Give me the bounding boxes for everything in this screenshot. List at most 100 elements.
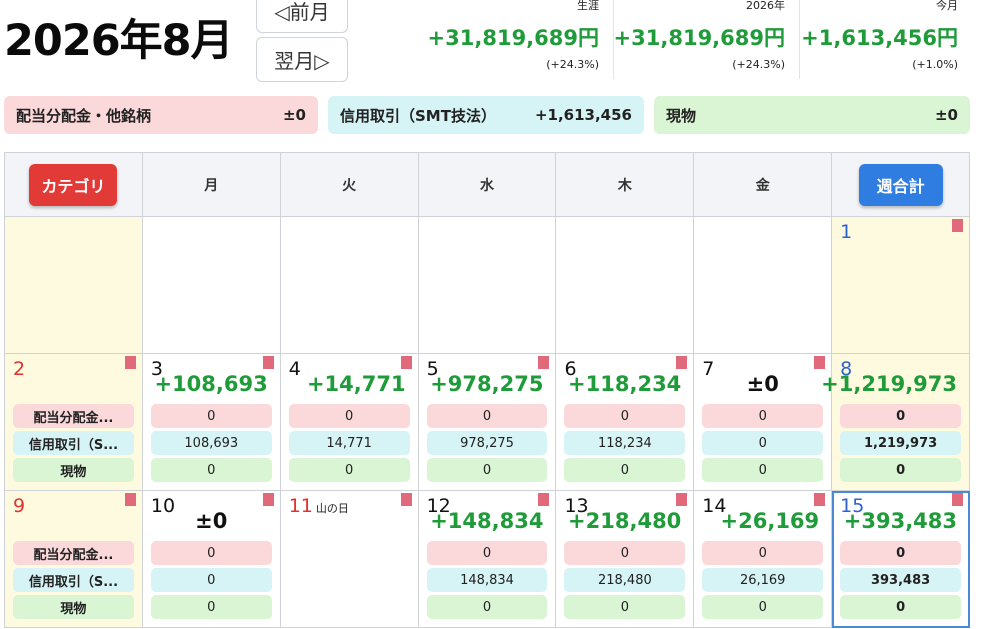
week-total-cell-selected[interactable]: 15 +393,483 0 393,483 0 bbox=[832, 491, 971, 628]
day-total: +14,771 bbox=[306, 372, 406, 396]
prev-month-button[interactable]: ◁前月 bbox=[256, 0, 348, 33]
memo-flag-icon[interactable] bbox=[538, 356, 550, 369]
calendar-header-row: カテゴリ 月 火 水 木 金 週合計 bbox=[5, 153, 971, 217]
value-margin: 0 bbox=[702, 431, 824, 455]
category-margin[interactable]: 信用取引（SMT技法） +1,613,456 bbox=[328, 96, 644, 134]
day-cell[interactable]: 13 +218,480 0 218,480 0 bbox=[556, 491, 695, 628]
memo-flag-icon[interactable] bbox=[814, 356, 826, 369]
memo-flag-icon[interactable] bbox=[400, 493, 412, 506]
day-cell[interactable]: 14 +26,169 0 26,169 0 bbox=[694, 491, 833, 628]
value-dividends: 0 bbox=[564, 404, 686, 428]
weekly-total-button[interactable]: 週合計 bbox=[858, 163, 943, 206]
row-label-spot: 現物 bbox=[13, 458, 134, 482]
value-spot: 0 bbox=[288, 458, 410, 482]
header-weekly-cell: 週合計 bbox=[832, 153, 971, 217]
day-total: +218,480 bbox=[568, 509, 682, 533]
header-category-cell: カテゴリ bbox=[5, 153, 143, 217]
day-total: ±0 bbox=[195, 509, 228, 533]
stat-value: +31,819,689円 bbox=[427, 26, 599, 50]
day-cell[interactable]: 12 +148,834 0 148,834 0 bbox=[418, 491, 557, 628]
day-number: 2 bbox=[13, 358, 26, 380]
day-number-text: 11 bbox=[288, 495, 313, 517]
weekday-mon: 月 bbox=[142, 153, 281, 217]
value-margin: 118,234 bbox=[564, 431, 686, 455]
week-total-cell[interactable]: 8 +1,219,973 0 1,219,973 0 bbox=[821, 354, 971, 491]
category-name: 配当分配金・他銘柄 bbox=[16, 106, 152, 125]
day-number: 9 bbox=[13, 495, 26, 517]
day-total: +148,834 bbox=[430, 509, 544, 533]
value-margin: 1,219,973 bbox=[840, 431, 962, 455]
value-spot: 0 bbox=[426, 595, 548, 619]
category-dividends[interactable]: 配当分配金・他銘柄 ±0 bbox=[4, 96, 318, 134]
value-spot: 0 bbox=[840, 595, 962, 619]
weekday-fri: 金 bbox=[694, 153, 833, 217]
stat-value: +31,819,689円 bbox=[613, 26, 785, 50]
value-spot: 0 bbox=[150, 458, 272, 482]
stat-label: 2026年 bbox=[746, 0, 785, 12]
day-number: 4 bbox=[288, 358, 301, 380]
category-spot[interactable]: 現物 ±0 bbox=[654, 96, 970, 134]
weekday-thu: 木 bbox=[556, 153, 695, 217]
value-spot: 0 bbox=[564, 595, 686, 619]
stat-percent: (+24.3%) bbox=[732, 58, 785, 71]
day-total: +26,169 bbox=[720, 509, 820, 533]
memo-flag-icon[interactable] bbox=[124, 493, 136, 506]
memo-flag-icon[interactable] bbox=[262, 493, 274, 506]
memo-flag-icon[interactable] bbox=[124, 356, 136, 369]
value-spot: 0 bbox=[840, 458, 962, 482]
day-cell-empty bbox=[556, 217, 695, 354]
calendar-week-row: 9 配当分配金... 信用取引（S... 現物 10 ±0 0 0 0 11 山の… bbox=[5, 491, 971, 628]
day-cell[interactable]: 3 +108,693 0 108,693 0 bbox=[142, 354, 281, 491]
value-margin: 393,483 bbox=[840, 568, 962, 592]
memo-flag-icon[interactable] bbox=[814, 493, 826, 506]
category-name: 現物 bbox=[666, 106, 697, 125]
week-total: +393,483 bbox=[843, 509, 958, 533]
value-spot: 0 bbox=[702, 595, 824, 619]
day-cell-holiday[interactable]: 11 山の日 bbox=[280, 491, 419, 628]
value-dividends: 0 bbox=[288, 404, 410, 428]
row-label-dividends: 配当分配金... bbox=[13, 404, 134, 428]
memo-flag-icon[interactable] bbox=[676, 356, 688, 369]
value-margin: 978,275 bbox=[426, 431, 548, 455]
value-margin: 26,169 bbox=[702, 568, 824, 592]
value-dividends: 0 bbox=[150, 541, 272, 565]
value-dividends: 0 bbox=[426, 404, 548, 428]
day-number: 1 bbox=[840, 221, 853, 243]
row-label-margin: 信用取引（S... bbox=[13, 431, 134, 455]
day-cell-empty bbox=[142, 217, 281, 354]
day-number: 11 山の日 bbox=[289, 495, 349, 517]
stat-year: 2026年 +31,819,689円 (+24.3%) bbox=[614, 0, 800, 79]
day-total: ±0 bbox=[746, 372, 779, 396]
next-month-button[interactable]: 翌月▷ bbox=[256, 37, 348, 82]
value-dividends: 0 bbox=[150, 404, 272, 428]
memo-flag-icon[interactable] bbox=[952, 493, 964, 506]
stat-lifetime: 生涯 +31,819,689円 (+24.3%) bbox=[427, 0, 614, 79]
day-cell[interactable]: 7 ±0 0 0 0 bbox=[694, 354, 833, 491]
holiday-label: 山の日 bbox=[315, 502, 349, 515]
value-dividends: 0 bbox=[564, 541, 686, 565]
value-dividends: 0 bbox=[840, 404, 962, 428]
day-cell[interactable]: 4 +14,771 0 14,771 0 bbox=[280, 354, 419, 491]
category-value: ±0 bbox=[934, 106, 958, 124]
memo-flag-icon[interactable] bbox=[400, 356, 412, 369]
memo-flag-icon[interactable] bbox=[952, 219, 964, 232]
week-total: +1,219,973 bbox=[821, 372, 958, 396]
category-button[interactable]: カテゴリ bbox=[29, 163, 118, 206]
day-cell-empty bbox=[280, 217, 419, 354]
day-cell[interactable]: 10 ±0 0 0 0 bbox=[142, 491, 281, 628]
memo-flag-icon[interactable] bbox=[538, 493, 550, 506]
weekday-tue: 火 bbox=[280, 153, 419, 217]
calendar-week-row: 1 bbox=[5, 217, 971, 354]
day-cell[interactable]: 6 +118,234 0 118,234 0 bbox=[556, 354, 695, 491]
week-total-cell[interactable]: 1 bbox=[832, 217, 971, 354]
stat-label: 今月 bbox=[936, 0, 958, 12]
value-spot: 0 bbox=[564, 458, 686, 482]
category-value: +1,613,456 bbox=[534, 106, 632, 124]
stat-month: 今月 +1,613,456円 (+1.0%) bbox=[800, 0, 972, 79]
value-spot: 0 bbox=[150, 595, 272, 619]
day-cell[interactable]: 5 +978,275 0 978,275 0 bbox=[418, 354, 557, 491]
category-name: 信用取引（SMT技法） bbox=[340, 106, 496, 125]
memo-flag-icon[interactable] bbox=[676, 493, 688, 506]
calendar-grid: カテゴリ 月 火 水 木 金 週合計 1 2 配当分配金... 信用取引（S..… bbox=[4, 152, 971, 628]
memo-flag-icon[interactable] bbox=[262, 356, 274, 369]
